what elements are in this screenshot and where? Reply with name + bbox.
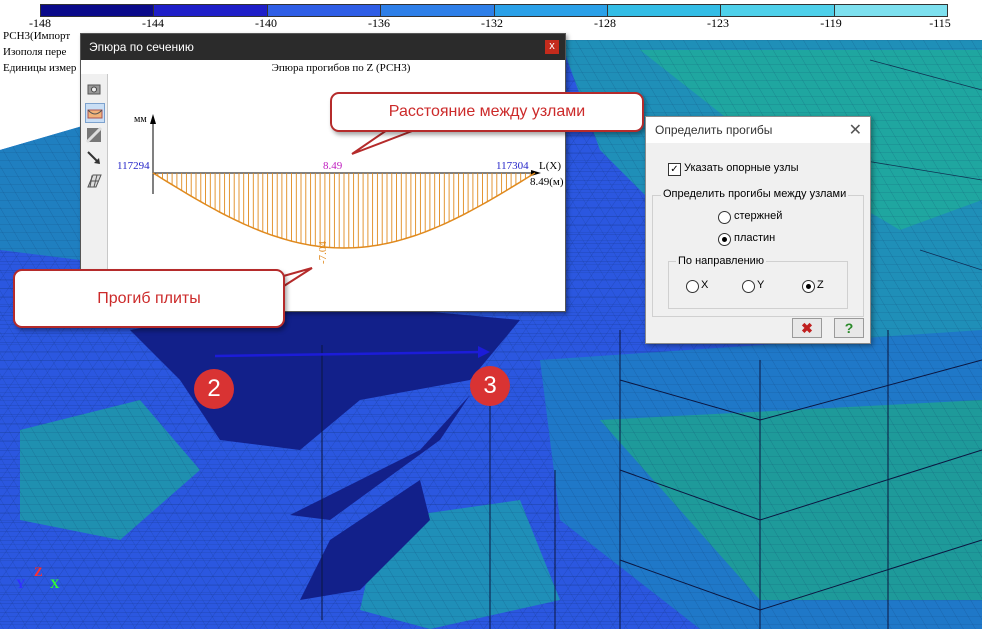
axis-y-label: Y bbox=[16, 576, 26, 591]
arrow-icon[interactable] bbox=[85, 149, 103, 167]
step-badge-2: 2 bbox=[194, 369, 234, 409]
rods-radio[interactable] bbox=[718, 211, 731, 224]
define-deflection-dialog[interactable]: Определить прогибы ✕ ✓ Указать опорные у… bbox=[645, 116, 871, 344]
scale-label: -132 bbox=[481, 16, 503, 30]
scale-label: -144 bbox=[142, 16, 164, 30]
min-value-label: -7.04 bbox=[317, 241, 329, 264]
color-scale-cell bbox=[834, 5, 947, 16]
plates-label: пластин bbox=[734, 232, 776, 244]
support-nodes-label: Указать опорные узлы bbox=[684, 162, 799, 174]
scale-label: -140 bbox=[255, 16, 277, 30]
direction-label: По направлению bbox=[676, 255, 767, 267]
camera-icon[interactable] bbox=[85, 80, 103, 98]
color-scale-cell bbox=[381, 5, 495, 16]
info-line: Единицы измер bbox=[3, 62, 77, 74]
right-node-label: 117304 bbox=[496, 160, 529, 172]
scale-label: -128 bbox=[594, 16, 616, 30]
window-title[interactable]: Эпюра по сечению bbox=[81, 34, 565, 60]
color-scale-cell bbox=[607, 5, 722, 16]
color-scale-cell bbox=[154, 5, 268, 16]
dir-z-radio[interactable] bbox=[802, 280, 815, 293]
dir-x-radio[interactable] bbox=[686, 280, 699, 293]
scale-label: -148 bbox=[29, 16, 51, 30]
dir-x-label: X bbox=[701, 279, 709, 291]
between-nodes-label: Определить прогибы между узлами bbox=[661, 188, 849, 200]
color-scale-cell bbox=[494, 5, 608, 16]
dir-y-label: Y bbox=[757, 279, 765, 291]
info-line: РСН3(Импорт bbox=[3, 30, 71, 42]
callout-deflection: Прогиб плиты bbox=[13, 269, 285, 328]
rods-label: стержней bbox=[734, 210, 783, 222]
diagram-icon[interactable] bbox=[85, 103, 105, 123]
close-button[interactable]: x bbox=[545, 40, 559, 54]
axis-z-label: Z bbox=[34, 564, 43, 579]
info-line: Изополя пере bbox=[3, 46, 67, 58]
grid-icon[interactable] bbox=[85, 172, 103, 190]
unit-label: мм bbox=[134, 114, 147, 125]
color-scale-cell bbox=[721, 5, 835, 16]
color-scale-cell bbox=[41, 5, 155, 16]
dir-z-label: Z bbox=[817, 279, 824, 291]
dir-y-radio[interactable] bbox=[742, 280, 755, 293]
callout-distance: Расстояние между узлами bbox=[330, 92, 644, 132]
fill-icon[interactable] bbox=[85, 126, 103, 144]
scale-label: -115 bbox=[929, 16, 951, 30]
cancel-button[interactable]: ✖ bbox=[792, 318, 822, 338]
axis-label: L(X) bbox=[539, 160, 561, 172]
step-badge-3: 3 bbox=[470, 366, 510, 406]
diagram-title: Эпюра прогибов по Z (РСН3) bbox=[271, 62, 411, 74]
color-scale-labels: -148 -144 -140 -136 -132 -128 -123 -119 … bbox=[0, 16, 982, 30]
scale-label: -119 bbox=[820, 16, 842, 30]
help-button[interactable]: ? bbox=[834, 318, 864, 338]
color-scale-cell bbox=[267, 5, 382, 16]
axes-triad: Y Z X bbox=[14, 564, 64, 606]
scale-label: -136 bbox=[368, 16, 390, 30]
support-nodes-checkbox[interactable]: ✓ bbox=[668, 163, 681, 176]
close-icon[interactable]: ✕ bbox=[849, 120, 862, 140]
axis-x-label: X bbox=[50, 576, 60, 591]
scale-label: -123 bbox=[707, 16, 729, 30]
dialog-title[interactable]: Определить прогибы bbox=[646, 117, 870, 143]
length-label: 8.49(м) bbox=[530, 176, 564, 188]
plates-radio[interactable] bbox=[718, 233, 731, 246]
left-node-label: 117294 bbox=[117, 160, 150, 172]
center-value-label: 8.49 bbox=[323, 160, 343, 172]
